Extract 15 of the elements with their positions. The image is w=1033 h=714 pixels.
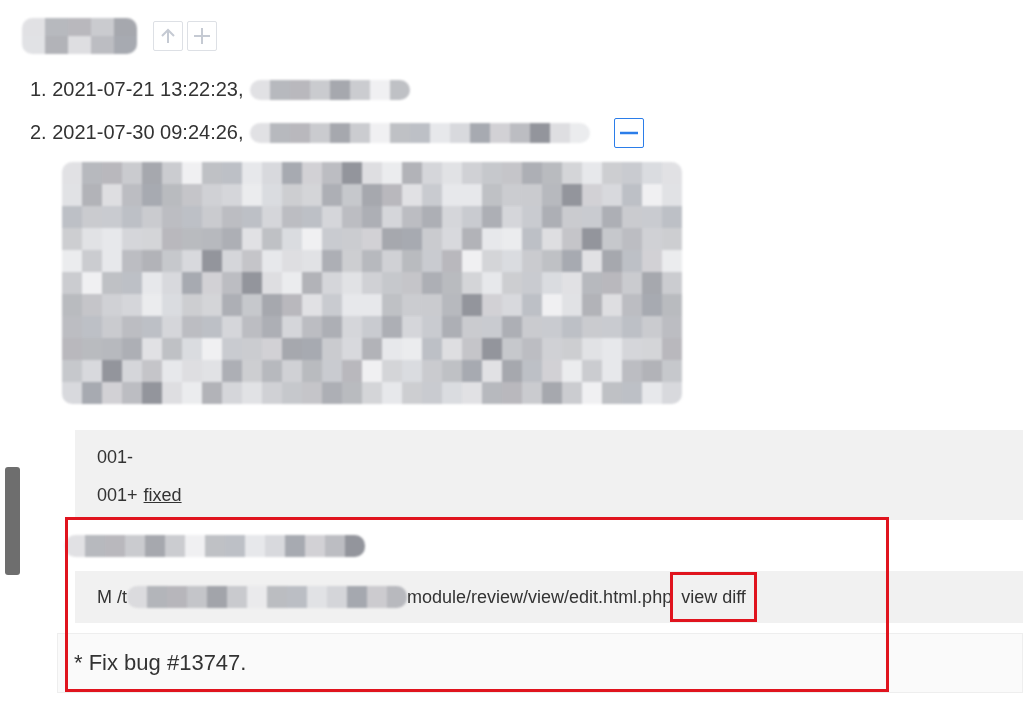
plus-icon	[193, 27, 211, 45]
diff-text: fixed	[143, 484, 182, 506]
arrow-up-icon	[159, 27, 177, 45]
minus-icon	[619, 130, 638, 135]
add-button[interactable]	[187, 21, 217, 51]
file-path: module/review/view/edit.html.php	[407, 586, 673, 608]
diff-line: 001+	[97, 484, 138, 506]
history-entry: 1. 2021-07-21 13:22:23,	[30, 78, 244, 101]
commit-comment: * Fix bug #13747.	[57, 633, 1023, 693]
move-up-button[interactable]	[153, 21, 183, 51]
diff-line: 001-	[97, 446, 134, 468]
view-diff-link[interactable]: view diff	[681, 586, 746, 608]
collapse-button[interactable]	[613, 117, 644, 148]
history-entry: 2. 2021-07-30 09:24:26,	[30, 121, 244, 144]
file-action: M /t	[97, 586, 128, 608]
